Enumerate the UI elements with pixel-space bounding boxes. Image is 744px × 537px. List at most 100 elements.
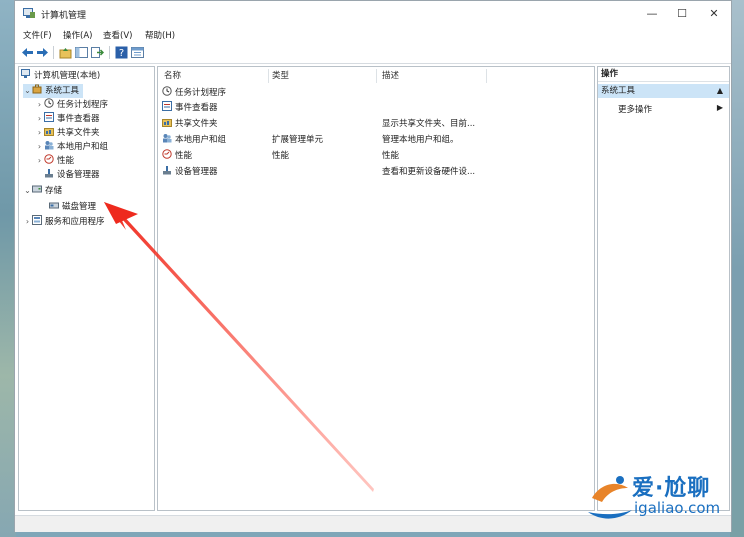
storage-icon [32,185,42,193]
tree-item-root[interactable]: 计算机管理(本地) [21,69,100,83]
title-bar[interactable]: 计算机管理 — ☐ ✕ [15,1,731,27]
tree-item-storage[interactable]: ⌄ 存储 [23,184,62,198]
list-item-name: 本地用户和组 [175,135,227,145]
chevron-right-icon[interactable]: › [35,126,44,140]
clock-icon [162,86,172,96]
collapse-up-icon[interactable]: ▲ [717,84,723,98]
list-item-type: 扩展管理单元 [272,135,324,145]
tree-label: 计算机管理(本地) [34,71,101,81]
tree-item-disk-management[interactable]: 磁盘管理 [49,200,96,214]
users-icon [163,134,172,143]
services-icon [32,215,42,225]
actions-header: 操作 [598,67,729,82]
list-item-description: 显示共享文件夹、目前... [382,119,476,129]
up-folder-icon[interactable] [59,46,72,59]
list-item-description: 管理本地用户和组。 [382,135,459,145]
back-icon[interactable] [21,46,34,59]
toolbar: ? [15,43,731,64]
export-icon[interactable] [91,46,104,59]
menu-help[interactable]: 帮助(H) [145,29,175,41]
tree-label: 磁盘管理 [62,202,97,212]
list-item[interactable]: 本地用户和组 扩展管理单元 管理本地用户和组。 [162,133,582,148]
performance-icon [162,149,172,159]
toolbar-separator [53,46,54,59]
tree-label: 服务和应用程序 [45,217,105,227]
toolbox-icon [32,84,42,94]
help-icon[interactable]: ? [115,46,128,59]
tree-label: 设备管理器 [57,170,100,180]
chevron-right-icon[interactable]: › [35,98,44,112]
tree-item-local-users[interactable]: › 本地用户和组 [35,140,108,154]
column-divider[interactable] [268,69,269,83]
chevron-right-icon[interactable]: › [35,154,44,168]
chevron-right-icon[interactable]: › [35,112,44,126]
tree-item-device-manager[interactable]: 设备管理器 [44,168,100,182]
tree-item-shared-folders[interactable]: › 共享文件夹 [35,126,100,140]
tree-item-task-scheduler[interactable]: › 任务计划程序 [35,98,108,112]
minimize-button[interactable]: — [637,5,667,23]
list-item[interactable]: 共享文件夹 显示共享文件夹、目前... [162,117,582,132]
close-button[interactable]: ✕ [699,5,729,23]
tree-item-event-viewer[interactable]: › 事件查看器 [35,112,100,126]
submenu-arrow-icon[interactable]: ▶ [717,103,723,112]
watermark-text-cn: 爱·尬聊 [632,476,711,501]
list-item-name: 共享文件夹 [175,119,218,129]
event-viewer-icon [44,112,54,122]
column-header-name[interactable]: 名称 [164,69,181,83]
tree-item-services-apps[interactable]: › 服务和应用程序 [23,215,105,229]
more-actions-item[interactable]: 更多操作 [618,103,652,115]
list-item[interactable]: 性能 性能 性能 [162,149,582,164]
chevron-right-icon[interactable]: › [35,140,44,154]
shared-folder-icon [44,128,54,136]
list-item[interactable]: 设备管理器 查看和更新设备硬件设... [162,165,582,180]
column-divider[interactable] [486,69,487,83]
column-header-description[interactable]: 描述 [382,69,399,83]
more-actions-label: 更多操作 [618,105,653,115]
details-list: 名称 类型 描述 任务计划程序 事件查看器 共享文件夹 显示共享文件夹、目前..… [157,66,595,511]
computer-management-icon [23,8,35,18]
list-item[interactable]: 事件查看器 [162,101,582,116]
actions-pane: 操作 系统工具 ▲ 更多操作 ▶ [597,66,730,511]
computer-management-window: 计算机管理 — ☐ ✕ 文件(F) 操作(A) 查看(V) 帮助(H) ? 计算… [14,0,732,532]
column-header-type[interactable]: 类型 [272,69,289,83]
maximize-button[interactable]: ☐ [667,5,697,23]
menu-action[interactable]: 操作(A) [63,29,92,41]
list-item[interactable]: 任务计划程序 [162,86,582,101]
desktop-background-right [730,0,744,537]
shared-folder-icon [162,119,172,127]
tree-label: 性能 [57,156,75,166]
column-divider[interactable] [376,69,377,83]
navigation-tree: 计算机管理(本地) ⌄ 系统工具 › 任务计划程序 › 事件查看器 › 共享文件… [18,66,155,511]
forward-icon[interactable] [36,46,49,59]
chevron-down-icon[interactable]: ⌄ [23,84,32,98]
chevron-down-icon[interactable]: ⌄ [23,184,32,198]
menu-file[interactable]: 文件(F) [23,29,52,41]
list-item-name: 任务计划程序 [175,88,227,98]
list-item-name: 设备管理器 [175,167,218,177]
list-item-description: 性能 [382,151,400,161]
clock-icon [44,98,54,108]
menu-view[interactable]: 查看(V) [103,29,132,41]
tree-label: 共享文件夹 [57,128,100,138]
event-viewer-icon [162,101,172,111]
menu-bar: 文件(F) 操作(A) 查看(V) 帮助(H) [15,27,731,43]
performance-icon [44,154,54,164]
tree-label: 事件查看器 [57,114,100,124]
chevron-right-icon[interactable]: › [23,215,32,229]
svg-text:?: ? [119,48,124,59]
tree-item-performance[interactable]: › 性能 [35,154,74,168]
list-item-name: 事件查看器 [175,103,218,113]
properties-icon[interactable] [131,46,144,59]
computer-management-icon [21,69,30,78]
tree-item-system-tools[interactable]: ⌄ 系统工具 [23,84,84,98]
show-hide-tree-icon[interactable] [75,46,88,59]
tree-label: 任务计划程序 [57,100,109,110]
tree-label: 存储 [45,186,63,196]
list-item-type: 性能 [272,151,290,161]
list-item-name: 性能 [175,151,193,161]
actions-section-system-tools[interactable]: 系统工具 ▲ [598,84,729,98]
watermark-text-en: igaliao.com [634,499,721,517]
tree-label: 系统工具 [45,86,80,96]
window-title: 计算机管理 [41,11,87,21]
tree-label: 本地用户和组 [57,142,109,152]
